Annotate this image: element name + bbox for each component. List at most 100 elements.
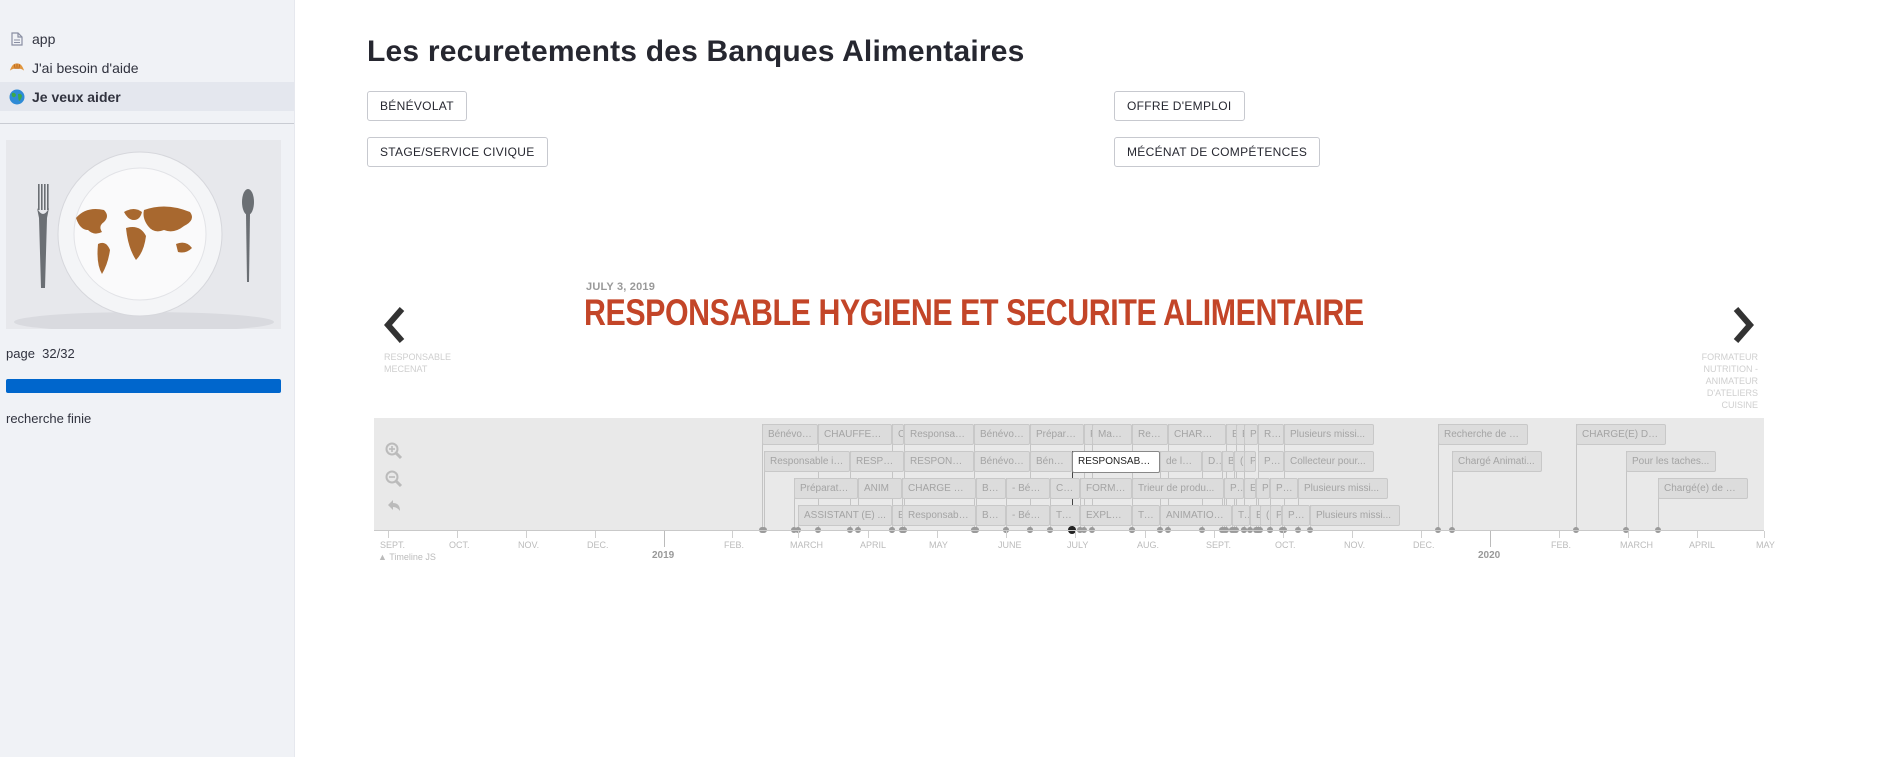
year-tick: [1490, 531, 1491, 547]
sidebar-item-besoin-aide[interactable]: J'ai besoin d'aide: [0, 53, 294, 82]
timeline-card[interactable]: Chargé(e) de m...: [1658, 478, 1748, 499]
globe-icon: [9, 89, 25, 105]
timeline-card[interactable]: C: [892, 424, 904, 445]
timeline-card[interactable]: P: [1244, 424, 1258, 445]
timeline-card[interactable]: Magasi: [1092, 424, 1132, 445]
month-label: SEPT.: [380, 540, 406, 550]
timeline-card[interactable]: CHARGE(E): [1168, 424, 1226, 445]
mecenat-competences-button[interactable]: MÉCÉNAT DE COMPÉTENCES: [1114, 137, 1321, 167]
benevolat-button[interactable]: BÉNÉVOLAT: [367, 91, 467, 121]
timeline-card[interactable]: Bénévole...: [762, 424, 818, 445]
month-label: FEB.: [1551, 540, 1572, 550]
timeline-card[interactable]: de la c...: [1160, 451, 1202, 472]
timeline-card[interactable]: Responsable: [904, 424, 974, 445]
sidebar-item-app[interactable]: app: [0, 24, 294, 53]
timeline-card[interactable]: Trieur de produ...: [1132, 478, 1224, 499]
timeline-card[interactable]: Pré: [1224, 478, 1244, 499]
offre-emploi-button[interactable]: OFFRE D'EMPLOI: [1114, 91, 1245, 121]
chevron-left-icon[interactable]: [380, 305, 410, 345]
next-slide-label[interactable]: FORMATEUR NUTRITION - ANIMATEUR D'ATELIE…: [1680, 351, 1758, 411]
timeline-card[interactable]: Bénévole/a: [974, 424, 1030, 445]
month-label: NOV.: [518, 540, 540, 550]
timeline-card[interactable]: Béné: [976, 478, 1006, 499]
timeline-card[interactable]: - Bénévo: [1006, 505, 1050, 526]
chevron-right-icon[interactable]: [1728, 305, 1758, 345]
timeline-card[interactable]: Rect: [1258, 424, 1284, 445]
timeline-card[interactable]: Respon: [1132, 424, 1168, 445]
timeline-card[interactable]: P: [1256, 478, 1270, 499]
month-label: NOV.: [1344, 540, 1366, 550]
zoom-in-icon[interactable]: [384, 441, 404, 461]
timeline-card[interactable]: RESPONS: [850, 451, 904, 472]
month-label: APRIL: [1689, 540, 1716, 550]
month-tick: [1559, 531, 1560, 538]
month-tick: [1214, 531, 1215, 538]
timeline-card[interactable]: Recherche de b...: [1438, 424, 1528, 445]
timeline-card[interactable]: ANIM: [858, 478, 902, 499]
month-tick: [1006, 531, 1007, 538]
document-icon: [9, 31, 25, 47]
month-label: APRIL: [860, 540, 887, 550]
zoom-out-icon[interactable]: [384, 469, 404, 489]
timeline-card[interactable]: Bénévo: [1030, 451, 1072, 472]
timeline-card[interactable]: ANIMATION /: [1160, 505, 1232, 526]
timeline-card[interactable]: CHAUFFEUR B...: [818, 424, 892, 445]
month-tick: [1764, 531, 1765, 538]
timeline-card[interactable]: P: [1270, 505, 1282, 526]
month-label: MAY: [1756, 540, 1775, 550]
timeline-card[interactable]: Responsable in...: [764, 451, 850, 472]
timeline-card[interactable]: FORMATE: [1080, 478, 1132, 499]
month-label: SEPT.: [1206, 540, 1232, 550]
timeline-card[interactable]: Pour les taches...: [1626, 451, 1716, 472]
timeline-card[interactable]: B: [1222, 451, 1234, 472]
progress-bar: [6, 379, 281, 393]
timeline-card[interactable]: De: [1202, 451, 1222, 472]
timeline-card[interactable]: Trie: [1132, 505, 1160, 526]
month-tick: [388, 531, 389, 538]
timeline-card[interactable]: Collecteur pour...: [1284, 451, 1374, 472]
month-tick: [937, 531, 938, 538]
timeline-card[interactable]: Bénévole/ p: [974, 451, 1030, 472]
back-to-start-icon[interactable]: [384, 497, 404, 517]
sidebar-item-veux-aider[interactable]: Je veux aider: [0, 82, 294, 111]
stage-service-civique-button[interactable]: STAGE/SERVICE CIVIQUE: [367, 137, 548, 167]
timeline-card[interactable]: - Bénévo: [1006, 478, 1050, 499]
timeline-card[interactable]: CHARGE(E) DE ...: [1576, 424, 1666, 445]
timeline-card[interactable]: Plus: [1258, 451, 1284, 472]
month-tick: [868, 531, 869, 538]
timeline-card[interactable]: Trieu: [1050, 505, 1080, 526]
timeline-card[interactable]: Plusieurs missi...: [1298, 478, 1388, 499]
timeline-card[interactable]: Plus: [1270, 478, 1298, 499]
sidebar-divider: [0, 123, 294, 124]
month-tick: [1145, 531, 1146, 538]
month-tick: [1283, 531, 1284, 538]
month-tick: [1697, 531, 1698, 538]
timeline-card[interactable]: Responsable I: [902, 505, 976, 526]
month-tick: [1421, 531, 1422, 538]
timeline-card[interactable]: Béné: [976, 505, 1006, 526]
month-label: JULY: [1067, 540, 1089, 550]
timeline-card[interactable]: EXPLOITA: [1080, 505, 1132, 526]
timeline-card[interactable]: Tré: [1232, 505, 1250, 526]
month-tick: [1628, 531, 1629, 538]
month-tick: [798, 531, 799, 538]
prev-slide-label[interactable]: RESPONSABLE MECENAT: [384, 351, 454, 375]
timeline-navigator[interactable]: Bénévole...CHAUFFEUR B...CResponsableBén…: [374, 418, 1764, 534]
progress-fill: [6, 379, 281, 393]
timeline-card[interactable]: E: [1244, 478, 1256, 499]
month-label: OCT.: [449, 540, 470, 550]
timeline-card[interactable]: Chargé Animati...: [1452, 451, 1542, 472]
timeline-card[interactable]: Chauf: [1050, 478, 1080, 499]
timeline-card[interactable]: Préparateur: [794, 478, 858, 499]
timeline-card[interactable]: Plusieurs missi...: [1284, 424, 1374, 445]
status-text: recherche finie: [6, 411, 92, 426]
timeline-card[interactable]: RESPONSABL: [904, 451, 974, 472]
timeline-card[interactable]: ASSISTANT (E) ...: [798, 505, 892, 526]
timeline-card[interactable]: Plusieurs missi...: [1310, 505, 1400, 526]
timeline-card[interactable]: P: [1244, 451, 1256, 472]
timeline-card[interactable]: RESPONSABLE...: [1072, 451, 1160, 473]
timeline-card[interactable]: Plus: [1282, 505, 1310, 526]
timeline-card[interactable]: Préparate: [1030, 424, 1084, 445]
timeline-card[interactable]: CHARGE DE CO: [902, 478, 976, 499]
plate-world-map-image: [6, 140, 281, 329]
